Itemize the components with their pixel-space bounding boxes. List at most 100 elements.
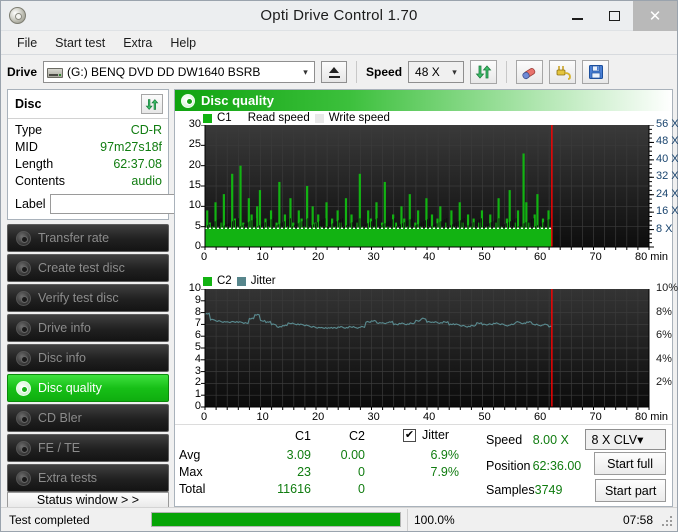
stats-row-max-c2: 0 — [325, 465, 365, 479]
drive-label: Drive — [7, 65, 37, 79]
disc-row-type: Type CD-R — [15, 122, 162, 139]
menu-start-test[interactable]: Start test — [46, 33, 114, 53]
c2-y-tick: 4 — [175, 353, 201, 365]
disc-row-mid-value: 97m27s18f — [100, 139, 162, 156]
c1-plot[interactable] — [175, 125, 678, 255]
start-part-button[interactable]: Start part — [595, 479, 666, 502]
write-strategy-select[interactable]: 8 X CLV ▾ — [585, 429, 666, 450]
c1-y2-tick: 8 X — [656, 223, 673, 235]
app-window: Opti Drive Control 1.70 ✕ File Start tes… — [0, 0, 678, 532]
main-header: Disc quality — [175, 90, 672, 111]
title-bar: Opti Drive Control 1.70 ✕ — [1, 1, 677, 31]
disc-icon — [181, 94, 195, 108]
legend-label-c2: C2 — [217, 275, 232, 287]
c2-y2-tick: 10% — [656, 282, 678, 294]
start-full-button[interactable]: Start full — [594, 452, 666, 475]
c1-y-tick: 0 — [175, 240, 201, 252]
eject-icon — [329, 67, 339, 73]
c1-y-tick: 30 — [175, 118, 201, 130]
c1-y-tick: 5 — [175, 220, 201, 232]
c1-x-tick: 70 — [590, 251, 602, 263]
c2-y-tick: 0 — [175, 400, 201, 412]
jitter-checkbox[interactable]: ✔ — [403, 429, 416, 442]
c2-y-tick: 6 — [175, 329, 201, 341]
progress-percent: 100.0% — [407, 509, 469, 531]
disc-row-contents: Contents audio — [15, 173, 162, 190]
sidebar-item-verify-test-disc[interactable]: Verify test disc — [7, 284, 169, 312]
position-row-value: 62:36.00 — [533, 459, 585, 473]
disc-row-type-value: CD-R — [131, 122, 162, 139]
stats-row-total-c2: 0 — [325, 482, 365, 496]
c2-legend: C2 Jitter — [203, 275, 276, 287]
disc-icon — [16, 471, 31, 486]
sidebar-item-create-test-disc[interactable]: Create test disc — [7, 254, 169, 282]
sidebar-item-extra-tests[interactable]: Extra tests — [7, 464, 169, 492]
c1-x-tick: 0 — [201, 251, 207, 263]
chevron-down-icon: ▾ — [637, 432, 643, 447]
legend-label-c1: C1 — [217, 112, 232, 124]
samples-row-value: 3749 — [535, 483, 586, 497]
disc-icon — [16, 411, 31, 426]
disc-icon — [16, 231, 31, 246]
disc-label-key: Label — [15, 197, 46, 211]
refresh-button[interactable] — [470, 60, 497, 84]
jitter-checkbox-group[interactable]: ✔ Jitter — [403, 428, 449, 442]
sidebar-item-cd-bler[interactable]: CD Bler — [7, 404, 169, 432]
save-button[interactable] — [582, 60, 609, 84]
disc-row-contents-value: audio — [131, 173, 162, 190]
menu-bar: File Start test Extra Help — [1, 31, 677, 55]
stats-row-avg-label: Avg — [179, 448, 200, 462]
chevron-down-icon: ▾ — [297, 62, 314, 82]
erase-button[interactable] — [516, 60, 543, 84]
stats-row-max-label: Max — [179, 465, 203, 479]
c1-y-tick: 20 — [175, 159, 201, 171]
refresh-icon — [475, 64, 492, 80]
stats-area: C1 C2 ✔ Jitter Avg 3.09 0.00 6.9% Max 23… — [175, 424, 672, 506]
c2-plot[interactable] — [175, 289, 678, 416]
sidebar-item-disc-quality[interactable]: Disc quality — [7, 374, 169, 402]
c1-y-tick: 15 — [175, 179, 201, 191]
samples-row-key: Samples — [486, 483, 535, 497]
menu-file[interactable]: File — [8, 33, 46, 53]
c1-x-tick: 30 — [368, 251, 380, 263]
plug-button[interactable] — [549, 60, 576, 84]
stats-header-c2: C2 — [325, 429, 365, 443]
c1-x-tick: 20 — [312, 251, 324, 263]
disc-info-rows: Type CD-R MID 97m27s18f Length 62:37.08 … — [8, 119, 168, 219]
c1-y2-tick: 16 X — [656, 205, 678, 217]
stats-header-c1: C1 — [271, 429, 311, 443]
c2-chart: C2 Jitter 012345678910 2%4%6%8%10% 01020… — [175, 273, 672, 439]
sidebar-item-drive-info[interactable]: Drive info — [7, 314, 169, 342]
sidebar: Disc Type CD-R MID 97m2 — [7, 89, 169, 507]
c2-x-tick: 20 — [312, 411, 324, 423]
speed-select[interactable]: 48 X ▾ — [408, 61, 464, 83]
c1-x-tick: 80 min — [635, 251, 668, 263]
progress-fill — [152, 513, 400, 526]
disc-icon — [16, 351, 31, 366]
c2-y-tick: 1 — [175, 388, 201, 400]
sidebar-item-fe-te[interactable]: FE / TE — [7, 434, 169, 462]
status-window-button[interactable]: Status window > > — [7, 492, 169, 508]
eject-button[interactable] — [321, 61, 347, 83]
speed-row: Speed 8.00 X 8 X CLV ▾ — [486, 429, 666, 450]
stats-row-max-jitter: 7.9% — [403, 465, 459, 479]
sidebar-item-label: CD Bler — [38, 411, 82, 425]
sidebar-item-disc-info[interactable]: Disc info — [7, 344, 169, 372]
sidebar-item-transfer-rate[interactable]: Transfer rate — [7, 224, 169, 252]
menu-extra[interactable]: Extra — [114, 33, 161, 53]
c2-x-tick: 0 — [201, 411, 207, 423]
page-title: Disc quality — [201, 93, 274, 108]
disc-icon — [16, 321, 31, 336]
resize-grip[interactable] — [662, 516, 674, 528]
c2-y-tick: 7 — [175, 317, 201, 329]
drive-select[interactable]: (G:) BENQ DVD DD DW1640 BSRB ▾ — [43, 61, 315, 83]
menu-help[interactable]: Help — [161, 33, 205, 53]
test-controls: Speed 8.00 X 8 X CLV ▾ Position 62:36.00… — [486, 429, 666, 504]
drive-select-value: (G:) BENQ DVD DD DW1640 BSRB — [67, 65, 260, 79]
stats-row-max-c1: 23 — [271, 465, 311, 479]
write-strategy-value: 8 X CLV — [592, 433, 638, 447]
disc-refresh-button[interactable] — [141, 94, 163, 114]
stats-row-avg-jitter: 6.9% — [403, 448, 459, 462]
speed-row-key: Speed — [486, 433, 533, 447]
speed-label: Speed — [366, 65, 402, 79]
